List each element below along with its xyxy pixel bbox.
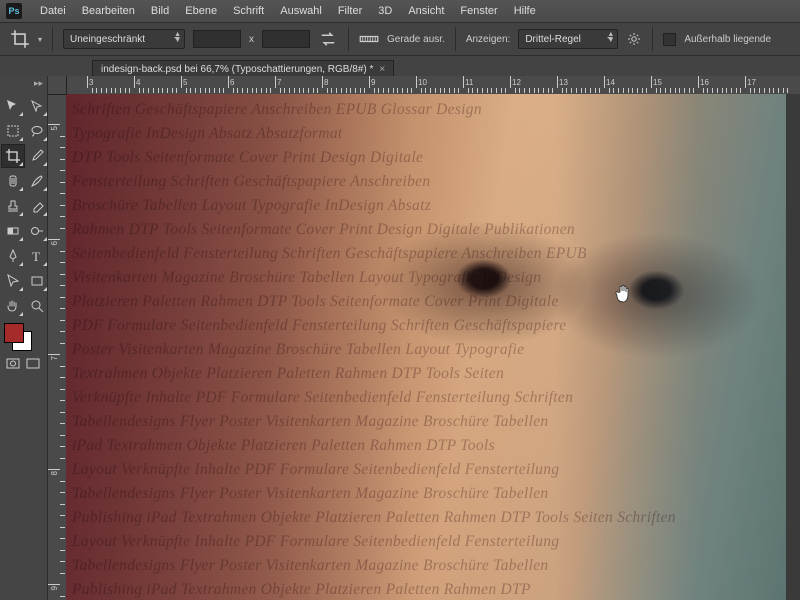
- stamp-tool[interactable]: [1, 194, 25, 218]
- crop-tool[interactable]: [1, 144, 25, 168]
- view-label: Anzeigen:: [466, 34, 510, 45]
- gear-icon[interactable]: [626, 31, 642, 47]
- menu-hilfe[interactable]: Hilfe: [506, 2, 544, 20]
- options-bar: ▾ Uneingeschränkt ▲▼ x Gerade ausr. Anze…: [0, 23, 800, 56]
- menu-filter[interactable]: Filter: [330, 2, 370, 20]
- ratio-value: Uneingeschränkt: [70, 34, 145, 45]
- delete-outside-checkbox[interactable]: [663, 33, 676, 46]
- close-icon[interactable]: ×: [379, 64, 385, 75]
- menu-3d[interactable]: 3D: [370, 2, 400, 20]
- eyedropper-tool[interactable]: [25, 144, 48, 168]
- chevron-down-icon[interactable]: ▾: [38, 35, 42, 44]
- separator: [455, 27, 456, 51]
- hand-cursor-icon: [614, 282, 634, 309]
- document-tab-title: indesign-back.psd bei 66,7% (Typoschatti…: [101, 64, 373, 75]
- delete-outside-label: Außerhalb liegende: [684, 34, 771, 45]
- view-dropdown[interactable]: Drittel-Regel ▲▼: [518, 29, 618, 49]
- menu-datei[interactable]: Datei: [32, 2, 74, 20]
- ruler-origin[interactable]: [48, 76, 67, 95]
- path-select-tool[interactable]: [1, 269, 25, 293]
- separator: [52, 27, 53, 51]
- menu-bar: Ps Datei Bearbeiten Bild Ebene Schrift A…: [0, 0, 800, 23]
- marquee-tool[interactable]: [1, 119, 25, 143]
- crop-tool-indicator-icon[interactable]: [10, 29, 30, 49]
- x-separator: x: [249, 34, 254, 45]
- menu-ebene[interactable]: Ebene: [177, 2, 225, 20]
- color-swatches: [0, 318, 47, 356]
- menu-schrift[interactable]: Schrift: [225, 2, 272, 20]
- healing-tool[interactable]: [1, 169, 25, 193]
- horizontal-ruler[interactable]: 34567891011121314151617: [66, 76, 800, 94]
- pen-tool[interactable]: [1, 244, 25, 268]
- separator: [652, 27, 653, 51]
- height-input[interactable]: [262, 30, 310, 48]
- shape-tool[interactable]: [25, 269, 48, 293]
- dodge-tool[interactable]: [25, 219, 48, 243]
- menu-auswahl[interactable]: Auswahl: [272, 2, 330, 20]
- menu-ansicht[interactable]: Ansicht: [400, 2, 452, 20]
- menu-fenster[interactable]: Fenster: [452, 2, 505, 20]
- workspace: ▸▸ T: [0, 76, 800, 600]
- foreground-swatch[interactable]: [4, 323, 24, 343]
- artboard-tool[interactable]: [25, 94, 48, 118]
- straighten-label[interactable]: Gerade ausr.: [387, 34, 445, 45]
- type-tool[interactable]: T: [25, 244, 48, 268]
- move-tool[interactable]: [1, 94, 25, 118]
- eraser-tool[interactable]: [25, 194, 48, 218]
- view-value: Drittel-Regel: [525, 34, 581, 45]
- lasso-tool[interactable]: [25, 119, 48, 143]
- text-overlay: Schriften Geschäftspapiere Anschreiben E…: [66, 94, 798, 600]
- menu-bearbeiten[interactable]: Bearbeiten: [74, 2, 143, 20]
- quickmask-icon[interactable]: [4, 356, 22, 372]
- vertical-ruler[interactable]: 56789: [48, 94, 66, 600]
- hand-tool[interactable]: [1, 294, 25, 318]
- width-input[interactable]: [193, 30, 241, 48]
- brush-tool[interactable]: [25, 169, 48, 193]
- screenmode-icon[interactable]: [24, 356, 42, 372]
- menu-bild[interactable]: Bild: [143, 2, 177, 20]
- canvas-area: 34567891011121314151617 56789 Schriften …: [48, 76, 800, 600]
- collapse-icon[interactable]: ▸▸: [0, 76, 47, 91]
- straighten-icon[interactable]: [359, 29, 379, 49]
- zoom-tool[interactable]: [25, 294, 48, 318]
- canvas-image: Schriften Geschäftspapiere Anschreiben E…: [66, 94, 786, 600]
- gradient-tool[interactable]: [1, 219, 25, 243]
- tools-panel: ▸▸ T: [0, 76, 48, 600]
- swap-icon[interactable]: [318, 29, 338, 49]
- separator: [348, 27, 349, 51]
- document-canvas[interactable]: Schriften Geschäftspapiere Anschreiben E…: [66, 94, 800, 600]
- ratio-dropdown[interactable]: Uneingeschränkt ▲▼: [63, 29, 185, 49]
- svg-text:T: T: [32, 249, 40, 264]
- app-logo: Ps: [6, 3, 22, 19]
